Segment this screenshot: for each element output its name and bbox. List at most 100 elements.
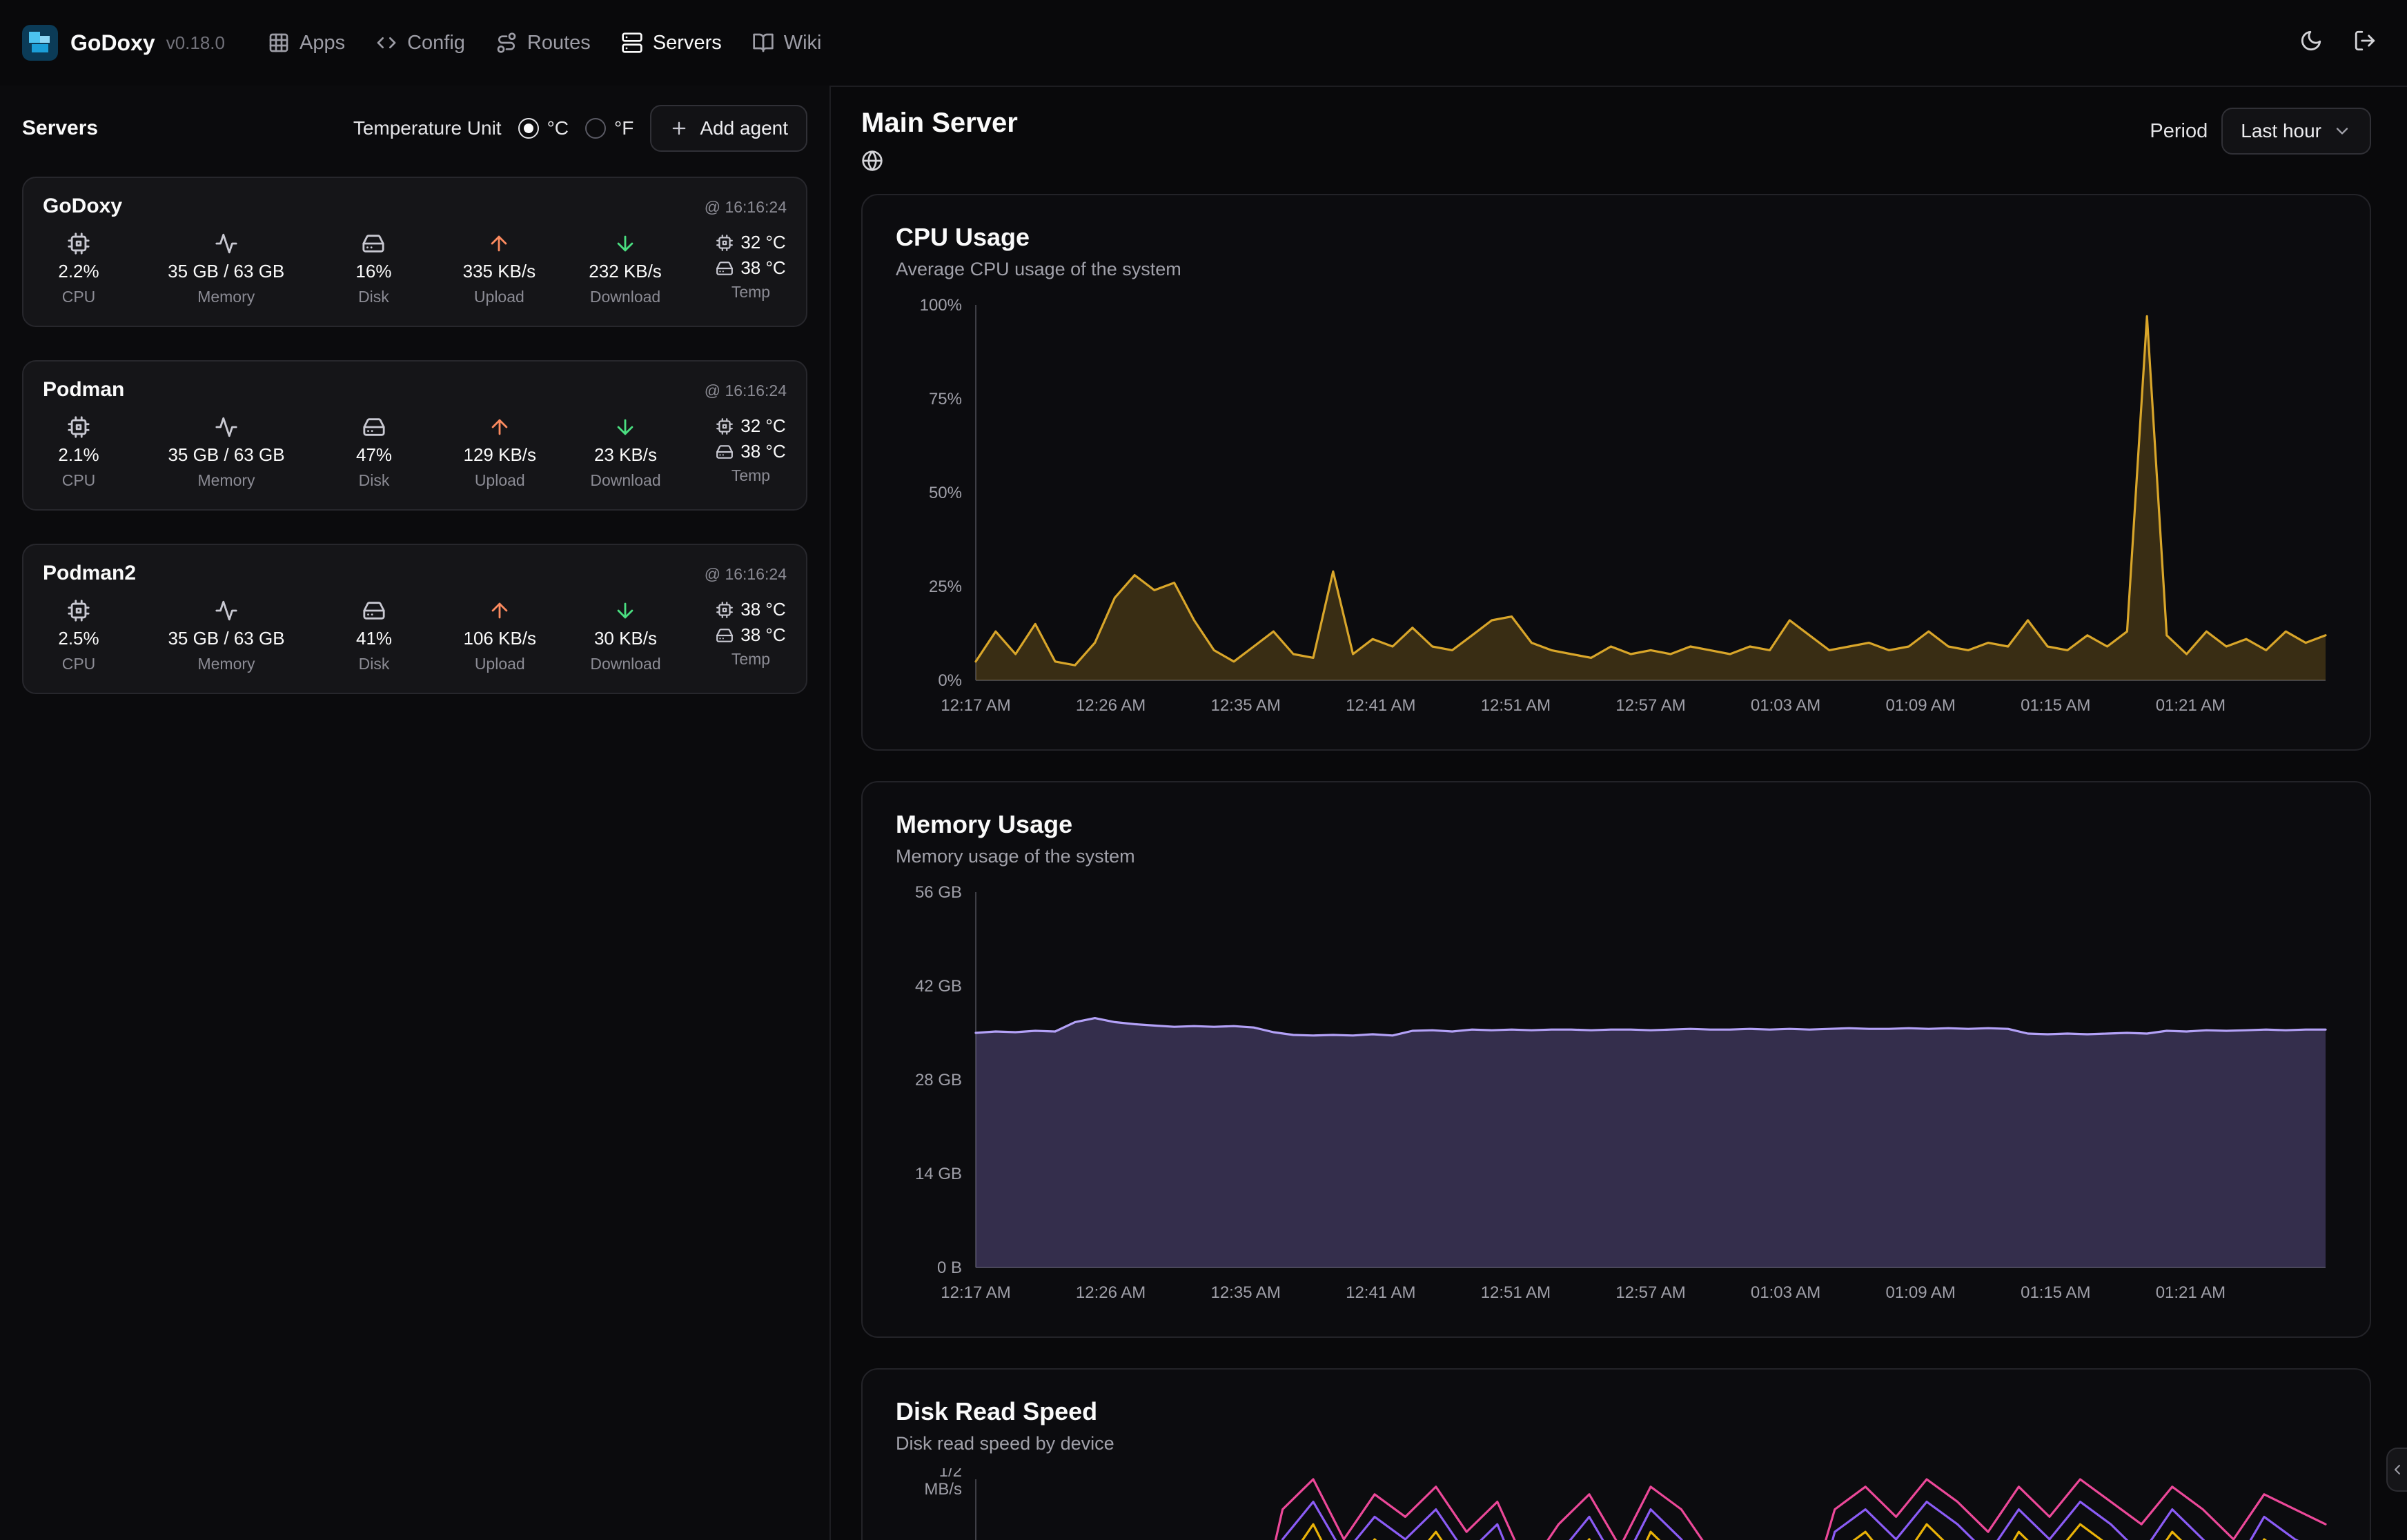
- activity-icon: [215, 599, 238, 622]
- panel-title: Servers: [22, 117, 98, 140]
- cpu-temp-row: 32 °C: [716, 415, 785, 437]
- theme-toggle-button[interactable]: [2291, 21, 2331, 66]
- servers-panel-header: Servers Temperature Unit °C °F Add agent: [0, 86, 829, 157]
- main-title-block: Main Server: [861, 108, 1018, 177]
- server-stats-row: 2.5% CPU 35 GB / 63 GB Memory 41% Disk: [43, 599, 787, 673]
- upload-stat: 129 KB/s Upload: [464, 415, 537, 490]
- code-icon: [375, 32, 397, 54]
- globe-icon[interactable]: [861, 150, 883, 172]
- upload-value: 106 KB/s: [464, 628, 537, 649]
- server-card-podman[interactable]: Podman @ 16:16:24 2.1% CPU 35 GB / 63 GB…: [22, 360, 807, 511]
- temperature-stat: 32 °C 38 °C Temp: [715, 415, 787, 485]
- svg-text:1/2: 1/2: [939, 1468, 962, 1481]
- server-updated-time: @ 16:16:24: [705, 382, 787, 400]
- chevron-down-icon: [2332, 121, 2352, 141]
- nav-item-servers[interactable]: Servers: [606, 21, 737, 66]
- cpu-stat: 2.1% CPU: [43, 415, 115, 490]
- memory-stat-label: Memory: [197, 471, 255, 490]
- server-stats-row: 2.1% CPU 35 GB / 63 GB Memory 47% Disk: [43, 415, 787, 490]
- server-card-header: GoDoxy @ 16:16:24: [43, 195, 787, 218]
- plus-icon: [669, 119, 689, 138]
- disk-temp-row: 38 °C: [716, 624, 785, 646]
- nav-item-apps[interactable]: Apps: [253, 21, 360, 66]
- upload-stat: 106 KB/s Upload: [464, 599, 537, 673]
- disk-temp-icon: [716, 626, 734, 644]
- navbar-actions: [2291, 21, 2385, 66]
- download-stat-label: Download: [590, 471, 660, 490]
- hard-drive-icon: [362, 415, 386, 439]
- fahrenheit-label: °F: [614, 117, 633, 139]
- disk-temp-row: 38 °C: [716, 257, 785, 279]
- cpu-temp-value: 32 °C: [740, 232, 785, 253]
- main-header: Main Server Period Last hour: [861, 108, 2371, 177]
- disk-temp-value: 38 °C: [740, 441, 785, 462]
- nav-item-routes[interactable]: Routes: [480, 21, 606, 66]
- svg-text:14 GB: 14 GB: [915, 1165, 962, 1183]
- nav-label-config: Config: [407, 32, 465, 55]
- memory-usage-chart: 0 B14 GB28 GB42 GB56 GB12:17 AM12:26 AM1…: [896, 881, 2337, 1309]
- nav-label-apps: Apps: [299, 32, 345, 55]
- memory-stat: 35 GB / 63 GB Memory: [168, 232, 284, 306]
- svg-text:01:09 AM: 01:09 AM: [1885, 696, 1955, 715]
- server-name: Podman2: [43, 562, 136, 585]
- logout-button[interactable]: [2345, 21, 2385, 66]
- svg-text:MB/s: MB/s: [924, 1480, 962, 1499]
- svg-text:12:57 AM: 12:57 AM: [1615, 1283, 1685, 1302]
- svg-text:75%: 75%: [929, 390, 962, 408]
- disk-value: 41%: [356, 628, 392, 649]
- nav-item-wiki[interactable]: Wiki: [737, 21, 837, 66]
- download-stat-label: Download: [590, 288, 660, 306]
- celsius-radio[interactable]: °C: [518, 117, 569, 139]
- arrow-down-icon: [613, 232, 637, 255]
- chart-subtitle: Disk read speed by device: [896, 1433, 2337, 1454]
- godoxy-logo: [22, 25, 58, 61]
- svg-text:50%: 50%: [929, 484, 962, 502]
- cpu-stat-label: CPU: [62, 471, 96, 490]
- disk-read-speed-chart: 0 B1/4MB/s1/2MB/s12:17 AM12:26 AM12:35 A…: [896, 1468, 2337, 1540]
- svg-text:01:03 AM: 01:03 AM: [1751, 696, 1820, 715]
- svg-text:12:26 AM: 12:26 AM: [1076, 1283, 1146, 1302]
- main-nav: Apps Config Routes Servers Wiki: [253, 21, 837, 66]
- server-name: Podman: [43, 378, 124, 402]
- download-value: 30 KB/s: [594, 628, 657, 649]
- navbar: GoDoxy v0.18.0 Apps Config Routes Server…: [0, 0, 2407, 87]
- nav-label-servers: Servers: [653, 32, 722, 55]
- disk-temp-value: 38 °C: [740, 257, 785, 279]
- chevron-left-icon: [2389, 1461, 2406, 1478]
- disk-stat-label: Disk: [359, 471, 390, 490]
- svg-text:100%: 100%: [920, 296, 962, 315]
- server-icon: [621, 32, 643, 54]
- memory-stat: 35 GB / 63 GB Memory: [168, 415, 284, 490]
- svg-text:12:26 AM: 12:26 AM: [1076, 696, 1146, 715]
- disk-value: 47%: [356, 444, 392, 466]
- logout-icon: [2353, 29, 2377, 52]
- add-agent-button[interactable]: Add agent: [650, 105, 807, 152]
- nav-item-config[interactable]: Config: [360, 21, 480, 66]
- svg-text:28 GB: 28 GB: [915, 1071, 962, 1089]
- chart-title: CPU Usage: [896, 223, 2337, 252]
- svg-text:0 B: 0 B: [937, 1258, 962, 1277]
- memory-value: 35 GB / 63 GB: [168, 261, 284, 282]
- svg-text:12:51 AM: 12:51 AM: [1481, 696, 1551, 715]
- add-agent-label: Add agent: [700, 117, 788, 139]
- cpu-temp-icon: [716, 234, 734, 252]
- server-card-godoxy[interactable]: GoDoxy @ 16:16:24 2.2% CPU 35 GB / 63 GB…: [22, 177, 807, 327]
- activity-icon: [215, 232, 238, 255]
- svg-text:01:09 AM: 01:09 AM: [1885, 1283, 1955, 1302]
- server-card-podman2[interactable]: Podman2 @ 16:16:24 2.5% CPU 35 GB / 63 G…: [22, 544, 807, 694]
- svg-text:12:41 AM: 12:41 AM: [1346, 1283, 1415, 1302]
- download-stat-label: Download: [590, 655, 660, 673]
- radio-unselected-indicator: [585, 118, 606, 139]
- svg-text:0%: 0%: [938, 671, 962, 690]
- server-updated-time: @ 16:16:24: [705, 565, 787, 584]
- period-control: Period Last hour: [2150, 108, 2371, 155]
- collapse-panel-handle[interactable]: [2386, 1448, 2407, 1492]
- server-stats-row: 2.2% CPU 35 GB / 63 GB Memory 16% Disk: [43, 232, 787, 306]
- period-select[interactable]: Last hour: [2221, 108, 2371, 155]
- disk-read-speed-card: Disk Read Speed Disk read speed by devic…: [861, 1368, 2371, 1540]
- fahrenheit-radio[interactable]: °F: [585, 117, 633, 139]
- upload-value: 129 KB/s: [464, 444, 537, 466]
- main-content: Main Server Period Last hour CPU Usage A…: [831, 86, 2407, 1540]
- svg-text:42 GB: 42 GB: [915, 977, 962, 996]
- period-label: Period: [2150, 120, 2208, 143]
